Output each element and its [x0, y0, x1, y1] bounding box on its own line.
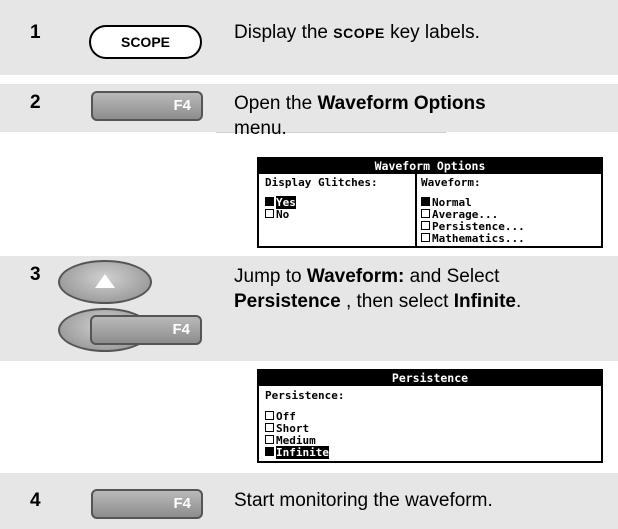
persistence-header: Persistence:: [265, 389, 345, 402]
step-1-number: 1: [30, 22, 41, 43]
step-4-number: 4: [30, 490, 41, 511]
step-4-text: Start monitoring the waveform.: [234, 490, 493, 511]
empty-box-icon: [265, 209, 274, 218]
step-3-line1-bold: Waveform:: [306, 266, 405, 287]
glitches-option-no[interactable]: No: [265, 209, 378, 221]
step-1-text-pre: Display the: [234, 22, 334, 43]
empty-box-icon: [265, 435, 274, 444]
filled-box-icon: [265, 197, 274, 206]
step-2-text-post: menu.: [234, 118, 287, 139]
empty-box-icon: [421, 221, 430, 230]
step-3-line2-bold1: Persistence: [234, 291, 341, 312]
step-2-text: Open the Waveform Options menu.: [234, 91, 486, 141]
filled-box-icon: [421, 197, 430, 206]
empty-box-icon: [265, 423, 274, 432]
persistence-option-infinite[interactable]: Infinite: [265, 446, 344, 459]
option-label: No: [276, 208, 290, 221]
step-1-text-post: key labels.: [384, 22, 480, 43]
step-2-text-pre: Open the: [234, 93, 318, 114]
step-2-text-bold: Waveform Options: [317, 93, 486, 114]
display-glitches-column: Display Glitches: Yes No: [265, 177, 378, 221]
menu-column-divider: [415, 174, 417, 246]
menu-title: Waveform Options: [259, 159, 601, 174]
step-3-text: Jump to Waveform: and Select Persistence…: [234, 264, 614, 314]
persistence-menu: Persistence Persistence: Off Short Mediu…: [257, 369, 603, 463]
step-3-line1-pre: Jump to: [234, 266, 307, 287]
f4-key[interactable]: F4: [90, 315, 202, 345]
empty-box-icon: [421, 233, 430, 242]
step-3-line2-end: .: [515, 291, 522, 312]
empty-box-icon: [265, 411, 274, 420]
menu-title: Persistence: [259, 371, 601, 386]
step-1-text: Display the SCOPE key labels.: [234, 20, 480, 46]
f4-key[interactable]: F4: [91, 91, 203, 121]
step-3-number: 3: [30, 264, 41, 285]
f4-key[interactable]: F4: [91, 489, 203, 519]
step-1-text-key: SCOPE: [333, 25, 385, 41]
display-glitches-header: Display Glitches:: [265, 176, 378, 189]
waveform-options-menu: Waveform Options Display Glitches: Yes N…: [257, 157, 603, 248]
option-label: Infinite: [276, 446, 329, 459]
step-3-line2-mid: , then select: [340, 291, 454, 312]
filled-box-icon: [265, 447, 274, 456]
step-2-number: 2: [30, 92, 41, 113]
waveform-option-mathematics[interactable]: Mathematics...: [421, 233, 525, 245]
step-3-line1-post: and Select: [404, 266, 500, 287]
waveform-column: Waveform: Normal Average... Persistence.…: [421, 177, 525, 245]
persistence-column: Persistence: Off Short Medium Infinite: [265, 390, 344, 459]
empty-box-icon: [421, 209, 430, 218]
up-arrow-key[interactable]: [58, 260, 152, 304]
scope-key[interactable]: SCOPE: [89, 25, 202, 59]
up-arrow-icon: [95, 274, 115, 288]
option-label: Mathematics...: [432, 232, 525, 245]
waveform-header: Waveform:: [421, 176, 481, 189]
step-3-line2-bold2: Infinite: [453, 291, 516, 312]
